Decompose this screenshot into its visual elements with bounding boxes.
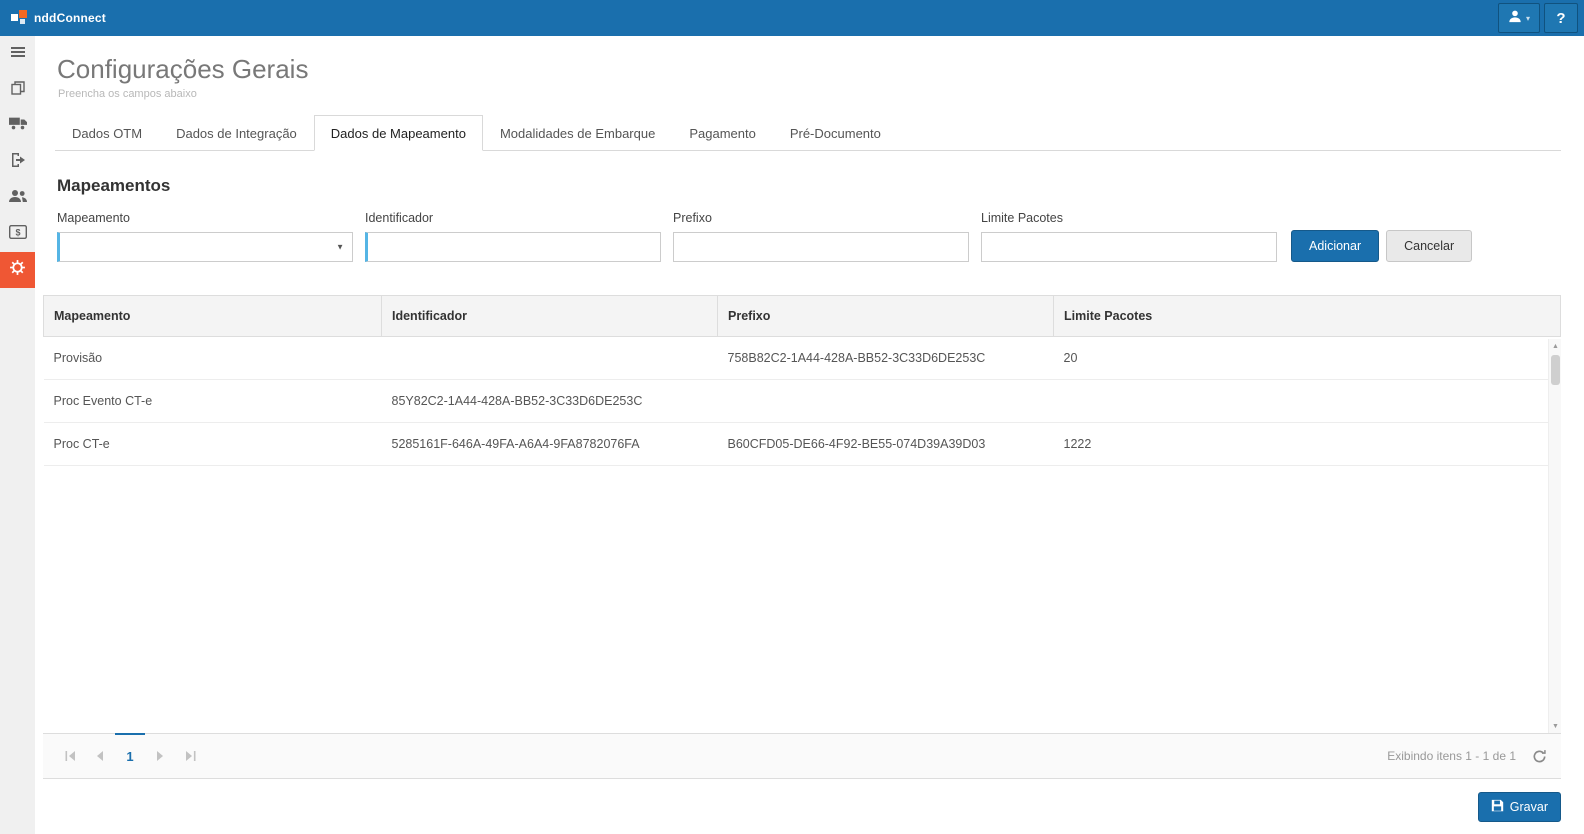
page-subtitle: Preencha os campos abaixo: [58, 88, 1561, 100]
cell-prefixo: [718, 380, 1054, 423]
pagination-status: Exibindo itens 1 - 1 de 1: [1387, 734, 1547, 778]
brand[interactable]: nddConnect: [0, 7, 106, 30]
previous-page-button[interactable]: [85, 734, 115, 778]
sidebar-item-documents[interactable]: [0, 72, 35, 108]
page-title: Configurações Gerais: [57, 54, 1561, 85]
cancelar-button[interactable]: Cancelar: [1386, 230, 1472, 262]
column-header-identificador[interactable]: Identificador: [382, 296, 718, 337]
documents-icon: [10, 80, 26, 101]
cell-limite-pacotes: 20: [1054, 337, 1561, 380]
tab-modalidades-de-embarque[interactable]: Modalidades de Embarque: [483, 115, 672, 151]
adicionar-button[interactable]: Adicionar: [1291, 230, 1379, 262]
sidebar-item-billing[interactable]: $: [0, 216, 35, 252]
next-page-button[interactable]: [145, 734, 175, 778]
sidebar: $: [0, 36, 35, 834]
cell-identificador: 85Y82C2-1A44-428A-BB52-3C33D6DE253C: [382, 380, 718, 423]
nddconnect-logo-icon: [10, 7, 28, 30]
tab-pagamento[interactable]: Pagamento: [672, 115, 773, 151]
tab-pre-documento[interactable]: Pré-Documento: [773, 115, 898, 151]
gravar-button-label: Gravar: [1510, 800, 1548, 814]
prefixo-label: Prefixo: [673, 211, 969, 225]
tab-bar: Dados OTM Dados de Integração Dados de M…: [55, 115, 1561, 151]
mapeamento-select[interactable]: ▼: [57, 232, 353, 262]
cell-mapeamento: Proc Evento CT-e: [44, 380, 382, 423]
section-title: Mapeamentos: [57, 176, 1561, 196]
vertical-scrollbar[interactable]: ▲ ▼: [1548, 339, 1561, 733]
cell-mapeamento: Proc CT-e: [44, 423, 382, 466]
tab-dados-de-mapeamento[interactable]: Dados de Mapeamento: [314, 115, 483, 151]
gravar-button[interactable]: Gravar: [1478, 792, 1561, 822]
footer: Gravar: [55, 779, 1561, 834]
users-icon: [9, 189, 27, 208]
sidebar-item-menu[interactable]: [0, 36, 35, 72]
topbar: nddConnect ▾ ?: [0, 0, 1584, 36]
menu-icon: [10, 44, 26, 65]
cell-mapeamento: Provisão: [44, 337, 382, 380]
column-header-prefixo[interactable]: Prefixo: [718, 296, 1054, 337]
cell-limite-pacotes: [1054, 380, 1561, 423]
main-content: Configurações Gerais Preencha os campos …: [35, 36, 1584, 834]
column-header-mapeamento[interactable]: Mapeamento: [44, 296, 382, 337]
refresh-button[interactable]: [1532, 749, 1547, 764]
table-row[interactable]: Provisão 758B82C2-1A44-428A-BB52-3C33D6D…: [44, 337, 1561, 380]
svg-text:$: $: [15, 227, 20, 237]
tab-dados-de-integracao[interactable]: Dados de Integração: [159, 115, 314, 151]
save-icon: [1491, 799, 1504, 815]
pagination-status-text: Exibindo itens 1 - 1 de 1: [1387, 749, 1516, 763]
table-row[interactable]: Proc CT-e 5285161F-646A-49FA-A6A4-9FA878…: [44, 423, 1561, 466]
sidebar-item-settings[interactable]: [0, 252, 35, 288]
identificador-label: Identificador: [365, 211, 661, 225]
table-body: Provisão 758B82C2-1A44-428A-BB52-3C33D6D…: [44, 337, 1561, 466]
scroll-down-icon[interactable]: ▼: [1549, 719, 1561, 733]
cell-limite-pacotes: 1222: [1054, 423, 1561, 466]
identificador-input[interactable]: [365, 232, 661, 262]
settings-icon: [9, 259, 26, 281]
column-header-limite-pacotes[interactable]: Limite Pacotes: [1054, 296, 1561, 337]
sidebar-item-transport[interactable]: [0, 108, 35, 144]
exit-icon: [10, 152, 26, 173]
help-button[interactable]: ?: [1544, 3, 1578, 33]
field-identificador: Identificador: [365, 211, 661, 262]
scrollbar-thumb[interactable]: [1551, 355, 1560, 385]
billing-icon: $: [9, 225, 27, 244]
current-page-button[interactable]: 1: [115, 733, 145, 778]
help-icon: ?: [1556, 10, 1565, 27]
cell-prefixo: 758B82C2-1A44-428A-BB52-3C33D6DE253C: [718, 337, 1054, 380]
tab-dados-otm[interactable]: Dados OTM: [55, 115, 159, 151]
app-window: nddConnect ▾ ?: [0, 0, 1584, 834]
mappings-table: Mapeamento Identificador Prefixo Limite …: [43, 295, 1561, 466]
topbar-actions: ▾ ?: [1498, 0, 1584, 36]
sidebar-item-exit[interactable]: [0, 144, 35, 180]
cell-prefixo: B60CFD05-DE66-4F92-BE55-074D39A39D03: [718, 423, 1054, 466]
pagination-bar: 1 Exibindo itens 1 - 1 de 1: [43, 733, 1561, 779]
sidebar-item-users[interactable]: [0, 180, 35, 216]
page-header: Configurações Gerais Preencha os campos …: [55, 54, 1561, 100]
brand-name: nddConnect: [34, 11, 106, 25]
user-icon: [1508, 9, 1522, 28]
truck-icon: [9, 116, 27, 136]
chevron-down-icon: ▾: [1526, 14, 1530, 23]
limite-pacotes-input[interactable]: [981, 232, 1277, 262]
cell-identificador: [382, 337, 718, 380]
mapeamento-label: Mapeamento: [57, 211, 353, 225]
mappings-grid: Mapeamento Identificador Prefixo Limite …: [43, 295, 1561, 733]
field-prefixo: Prefixo: [673, 211, 969, 262]
limite-pacotes-label: Limite Pacotes: [981, 211, 1277, 225]
mapping-form: Mapeamento ▼ Identificador Prefixo Limit…: [57, 211, 1561, 262]
first-page-button[interactable]: [55, 734, 85, 778]
last-page-button[interactable]: [175, 734, 205, 778]
user-menu-button[interactable]: ▾: [1498, 3, 1540, 33]
field-limite-pacotes: Limite Pacotes: [981, 211, 1277, 262]
scroll-up-icon[interactable]: ▲: [1549, 339, 1561, 353]
chevron-down-icon: ▼: [336, 243, 344, 252]
table-row[interactable]: Proc Evento CT-e 85Y82C2-1A44-428A-BB52-…: [44, 380, 1561, 423]
cell-identificador: 5285161F-646A-49FA-A6A4-9FA8782076FA: [382, 423, 718, 466]
field-mapeamento: Mapeamento ▼: [57, 211, 353, 262]
table-header-row: Mapeamento Identificador Prefixo Limite …: [44, 296, 1561, 337]
prefixo-input[interactable]: [673, 232, 969, 262]
form-buttons: Adicionar Cancelar: [1291, 230, 1472, 262]
